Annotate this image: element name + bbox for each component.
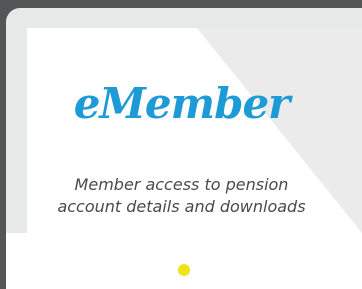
home-indicator-icon[interactable] bbox=[178, 264, 190, 276]
tablet-chin bbox=[6, 233, 362, 289]
tablet-device: eMember Member access to pension account… bbox=[0, 0, 362, 289]
tagline: Member access to pension account details… bbox=[27, 174, 336, 218]
tagline-line-1: Member access to pension bbox=[74, 175, 289, 194]
tablet-screen[interactable]: eMember Member access to pension account… bbox=[27, 28, 362, 233]
emember-logo-text: eMember bbox=[73, 79, 291, 128]
tagline-line-2: account details and downloads bbox=[57, 197, 306, 216]
